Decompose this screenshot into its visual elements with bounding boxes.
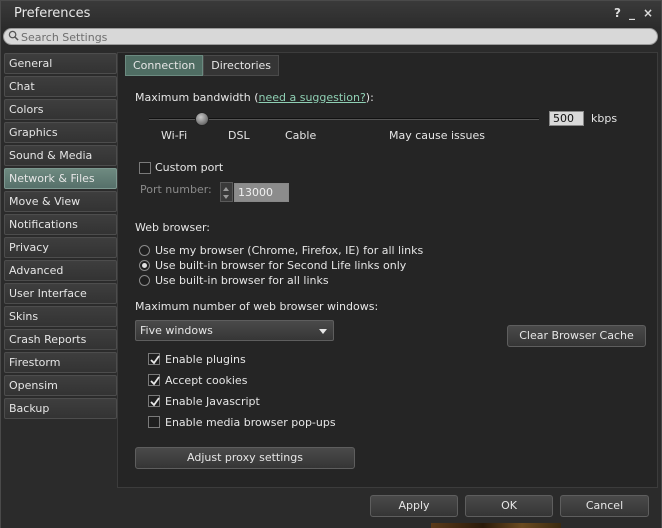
stepper-up-icon[interactable] bbox=[223, 187, 229, 191]
max-windows-label: Maximum number of web browser windows: bbox=[135, 300, 379, 313]
apply-button[interactable]: Apply bbox=[370, 495, 458, 517]
adjust-proxy-button[interactable]: Adjust proxy settings bbox=[135, 447, 355, 469]
web-browser-label: Web browser: bbox=[135, 221, 211, 234]
sidebar-item-advanced[interactable]: Advanced bbox=[4, 260, 117, 281]
accept-cookies-checkbox[interactable] bbox=[148, 374, 160, 386]
help-button[interactable]: ? bbox=[614, 6, 621, 20]
sidebar-item-sound-media[interactable]: Sound & Media bbox=[4, 145, 117, 166]
sidebar-item-move-view[interactable]: Move & View bbox=[4, 191, 117, 212]
sidebar-item-notifications[interactable]: Notifications bbox=[4, 214, 117, 235]
title-bar[interactable]: Preferences ? _ × bbox=[1, 1, 661, 27]
search-settings-box bbox=[3, 28, 658, 45]
tab-directories[interactable]: Directories bbox=[203, 55, 279, 76]
bandwidth-label-suffix: ): bbox=[365, 91, 374, 104]
sidebar-item-colors[interactable]: Colors bbox=[4, 99, 117, 120]
sidebar-item-graphics[interactable]: Graphics bbox=[4, 122, 117, 143]
sidebar-item-backup[interactable]: Backup bbox=[4, 398, 117, 419]
ok-button[interactable]: OK bbox=[465, 495, 553, 517]
stepper-down-icon[interactable] bbox=[223, 195, 229, 199]
search-input[interactable] bbox=[21, 30, 641, 44]
background-scene-strip bbox=[431, 523, 561, 528]
slider-mark-wifi: Wi-Fi bbox=[161, 129, 188, 142]
close-button[interactable]: × bbox=[643, 6, 653, 20]
max-windows-value: Five windows bbox=[140, 324, 213, 337]
enable-plugins-checkbox[interactable] bbox=[148, 353, 160, 365]
slider-mark-dsl: DSL bbox=[228, 129, 250, 142]
browser-option-my-browser-label: Use my browser (Chrome, Firefox, IE) for… bbox=[155, 244, 424, 257]
port-number-label: Port number: bbox=[140, 183, 212, 196]
category-sidebar: General Chat Colors Graphics Sound & Med… bbox=[4, 53, 117, 421]
title-bar-buttons: ? _ × bbox=[614, 6, 653, 20]
bandwidth-label: Maximum bandwidth (need a suggestion?): bbox=[135, 91, 374, 104]
sidebar-item-privacy[interactable]: Privacy bbox=[4, 237, 117, 258]
chevron-down-icon bbox=[319, 329, 327, 334]
bandwidth-label-prefix: Maximum bandwidth ( bbox=[135, 91, 259, 104]
bandwidth-slider-handle[interactable] bbox=[195, 112, 209, 126]
bandwidth-value-field[interactable] bbox=[549, 111, 584, 126]
sidebar-item-user-interface[interactable]: User Interface bbox=[4, 283, 117, 304]
enable-plugins-label: Enable plugins bbox=[165, 353, 246, 366]
checkmark-icon bbox=[150, 376, 160, 386]
bandwidth-suggestion-link[interactable]: need a suggestion? bbox=[258, 91, 365, 104]
sidebar-item-crash-reports[interactable]: Crash Reports bbox=[4, 329, 117, 350]
browser-option-builtin-sl-label: Use built-in browser for Second Life lin… bbox=[155, 259, 407, 272]
sidebar-item-skins[interactable]: Skins bbox=[4, 306, 117, 327]
cancel-button[interactable]: Cancel bbox=[560, 495, 649, 517]
clear-browser-cache-button[interactable]: Clear Browser Cache bbox=[507, 325, 646, 347]
slider-mark-cable: Cable bbox=[285, 129, 317, 142]
accept-cookies-label: Accept cookies bbox=[165, 374, 248, 387]
enable-javascript-label: Enable Javascript bbox=[165, 395, 260, 408]
browser-option-builtin-all-label: Use built-in browser for all links bbox=[155, 274, 329, 287]
preferences-window: Preferences ? _ × General Chat Colors Gr… bbox=[0, 0, 662, 528]
sidebar-item-opensim[interactable]: Opensim bbox=[4, 375, 117, 396]
browser-option-my-browser-radio[interactable] bbox=[139, 245, 150, 256]
sidebar-item-firestorm[interactable]: Firestorm bbox=[4, 352, 117, 373]
sidebar-item-network-files[interactable]: Network & Files bbox=[4, 168, 117, 189]
search-icon bbox=[8, 30, 19, 41]
minimize-button[interactable]: _ bbox=[629, 6, 635, 20]
window-title: Preferences bbox=[14, 6, 91, 21]
custom-port-label: Custom port bbox=[155, 161, 224, 174]
max-windows-dropdown[interactable]: Five windows bbox=[135, 320, 334, 341]
browser-option-builtin-sl-radio[interactable] bbox=[139, 260, 150, 271]
bandwidth-unit: kbps bbox=[591, 112, 618, 125]
enable-popups-label: Enable media browser pop-ups bbox=[165, 416, 336, 429]
checkmark-icon bbox=[150, 397, 160, 407]
slider-mark-issues: May cause issues bbox=[389, 129, 485, 142]
sidebar-item-chat[interactable]: Chat bbox=[4, 76, 117, 97]
tab-connection[interactable]: Connection bbox=[125, 55, 204, 76]
checkmark-icon bbox=[150, 355, 160, 365]
port-number-field[interactable] bbox=[234, 183, 289, 202]
tab-bar: Connection Directories bbox=[125, 55, 279, 76]
enable-javascript-checkbox[interactable] bbox=[148, 395, 160, 407]
sidebar-item-general[interactable]: General bbox=[4, 53, 117, 74]
custom-port-checkbox[interactable] bbox=[139, 162, 151, 174]
browser-option-builtin-all-radio[interactable] bbox=[139, 275, 150, 286]
enable-popups-checkbox[interactable] bbox=[148, 416, 160, 428]
port-number-stepper[interactable] bbox=[220, 182, 233, 202]
